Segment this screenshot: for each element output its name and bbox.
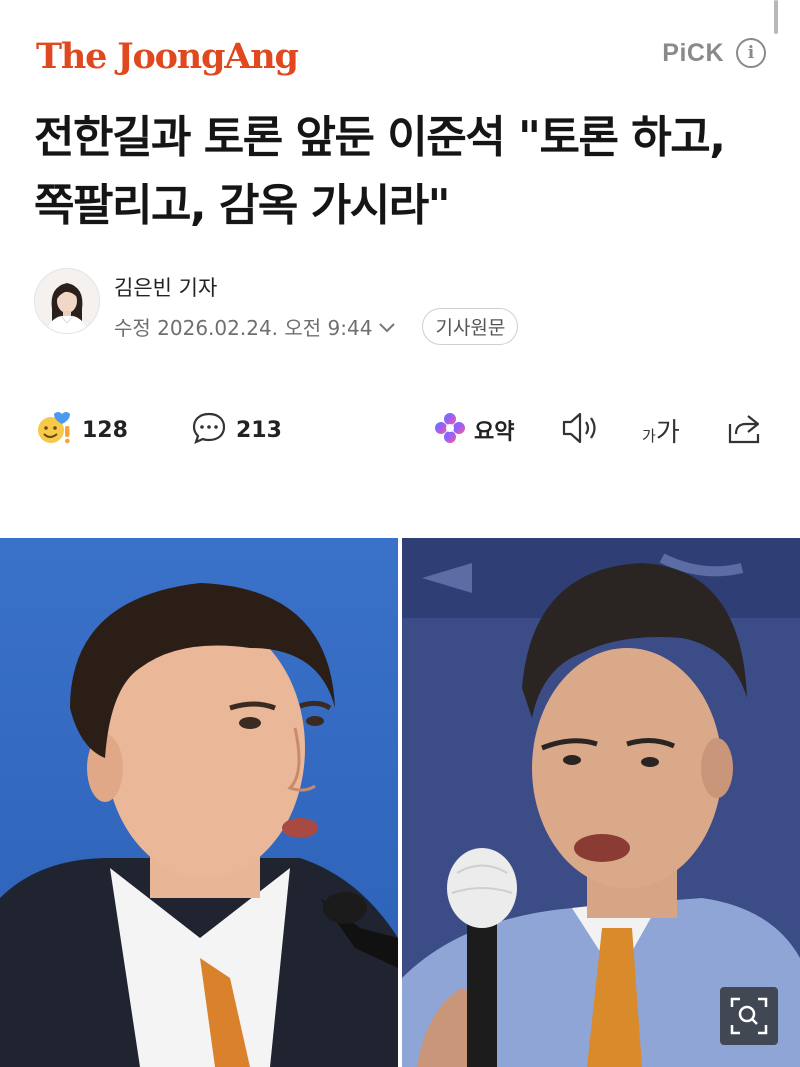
summary-label: 요약 [474, 420, 515, 445]
share-button[interactable] [724, 406, 764, 454]
original-article-button[interactable]: 기사원문 [422, 308, 519, 345]
article-headline: 전한길과 토론 앞둔 이준석 "토론 하고, 쪽팔리고, 감옥 가시라" [34, 112, 726, 231]
pick-label: PiCK [662, 38, 724, 67]
comment-count: 213 [236, 417, 282, 443]
photo-left [0, 538, 398, 1067]
font-size-small: 가 [642, 426, 656, 445]
reaction-button[interactable]: 128 [34, 406, 128, 454]
comment-button[interactable]: 213 [190, 406, 282, 454]
tts-button[interactable] [560, 406, 600, 454]
emoji-reaction-icon [34, 408, 74, 452]
author-row: 김은빈 기자 수정 2026.02.24. 오전 9:44 기사원문 [34, 268, 774, 345]
font-size-large: 가 [655, 417, 680, 448]
chevron-down-icon[interactable] [378, 315, 396, 339]
publisher-logo[interactable]: The JoongAng [36, 36, 299, 77]
pick-badge[interactable]: PiCK i [662, 38, 766, 68]
summary-button[interactable]: 요약 [432, 406, 514, 454]
share-icon [724, 410, 764, 450]
photo-right [402, 538, 800, 1067]
reporter-name[interactable]: 김은빈 기자 [114, 272, 217, 302]
article-header: The JoongAng PiCK i [36, 34, 766, 84]
article-photo[interactable] [0, 538, 800, 1067]
ai-summary-icon [432, 410, 468, 450]
info-icon[interactable]: i [736, 38, 766, 68]
modified-date: 수정 2026.02.24. 오전 9:44 [114, 316, 373, 340]
speaker-icon [560, 410, 600, 450]
scrollbar[interactable] [774, 0, 778, 34]
zoom-button[interactable] [720, 987, 778, 1045]
reaction-count: 128 [82, 417, 128, 443]
zoom-search-icon [720, 997, 778, 1049]
reporter-avatar[interactable] [34, 268, 100, 334]
comment-icon [190, 409, 228, 451]
article-meta: 수정 2026.02.24. 오전 9:44 기사원문 [114, 308, 519, 345]
article-actions: 128 213 요약 가 가 [34, 406, 774, 456]
font-size-button[interactable]: 가 가 [642, 406, 680, 454]
